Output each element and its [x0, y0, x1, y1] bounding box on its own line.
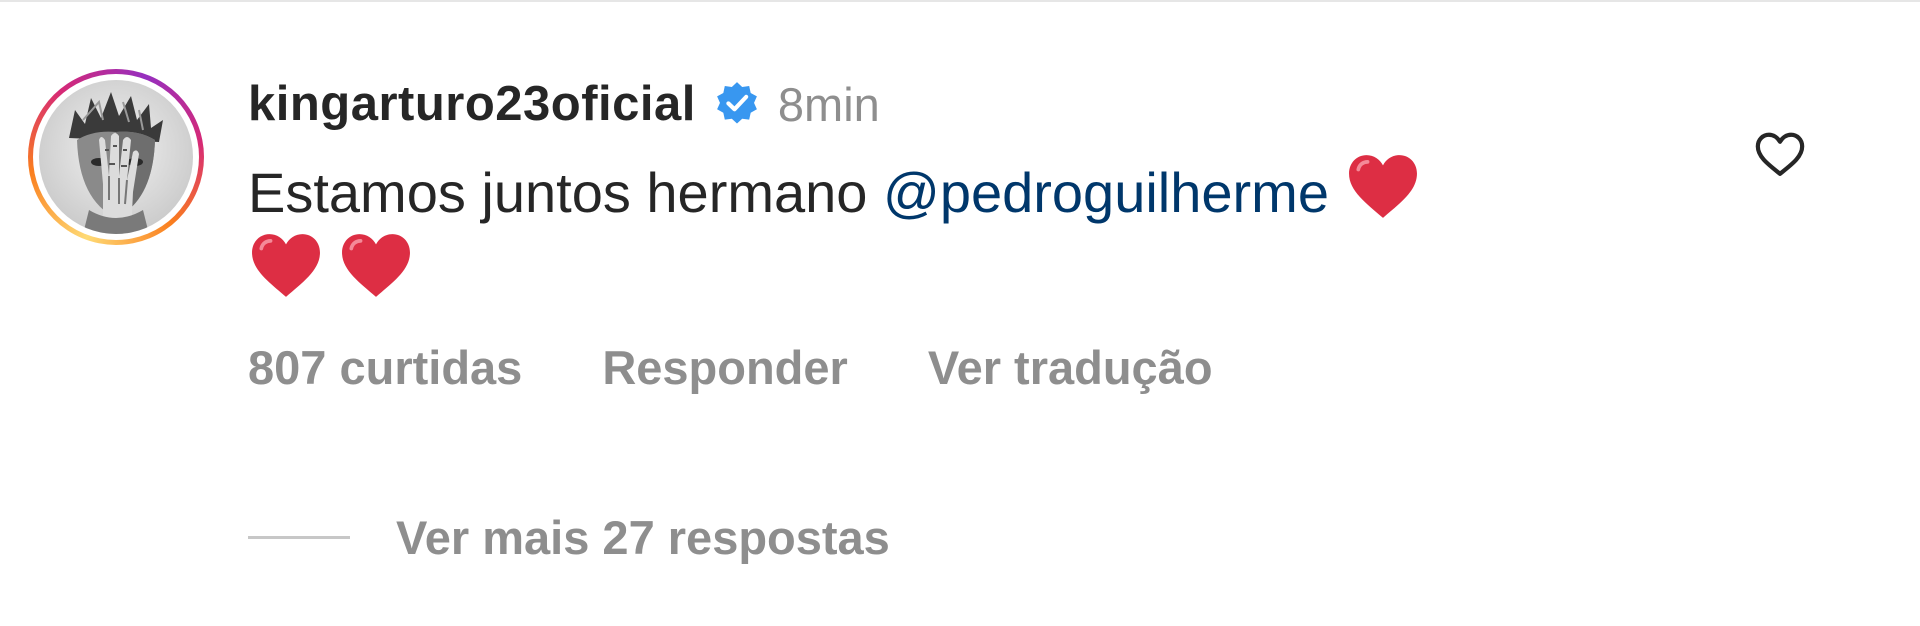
- reply-button[interactable]: Responder: [602, 340, 848, 395]
- username[interactable]: kingarturo23oficial: [248, 76, 696, 132]
- see-translation-button[interactable]: Ver tradução: [928, 340, 1213, 395]
- likes-count-button[interactable]: 807 curtidas: [248, 340, 522, 395]
- mention-link[interactable]: @pedroguilherme: [883, 161, 1329, 224]
- profile-photo: [39, 80, 193, 234]
- view-more-replies-label: Ver mais 27 respostas: [396, 511, 890, 564]
- replies-divider-line: [248, 536, 350, 539]
- verified-badge-icon: [717, 82, 757, 124]
- heart-outline-icon[interactable]: [1752, 126, 1808, 182]
- avatar[interactable]: [39, 80, 193, 234]
- comment-text: Estamos juntos hermano: [248, 161, 883, 224]
- comment-timestamp: 8min: [777, 77, 880, 131]
- comment: kingarturo23oficial 8min Estamos juntos …: [0, 0, 1920, 626]
- red-heart-emoji: [342, 234, 410, 297]
- comment-header: kingarturo23oficial 8min: [248, 72, 880, 136]
- comment-body: Estamos juntos hermano @pedroguilherme: [248, 152, 1668, 310]
- red-heart-emoji: [252, 234, 320, 297]
- comment-actions: 807 curtidas Responder Ver tradução: [248, 340, 1293, 395]
- red-heart-emoji: [1348, 155, 1417, 218]
- view-more-replies-button[interactable]: Ver mais 27 respostas: [248, 510, 890, 565]
- avatar-story-ring[interactable]: [28, 69, 204, 245]
